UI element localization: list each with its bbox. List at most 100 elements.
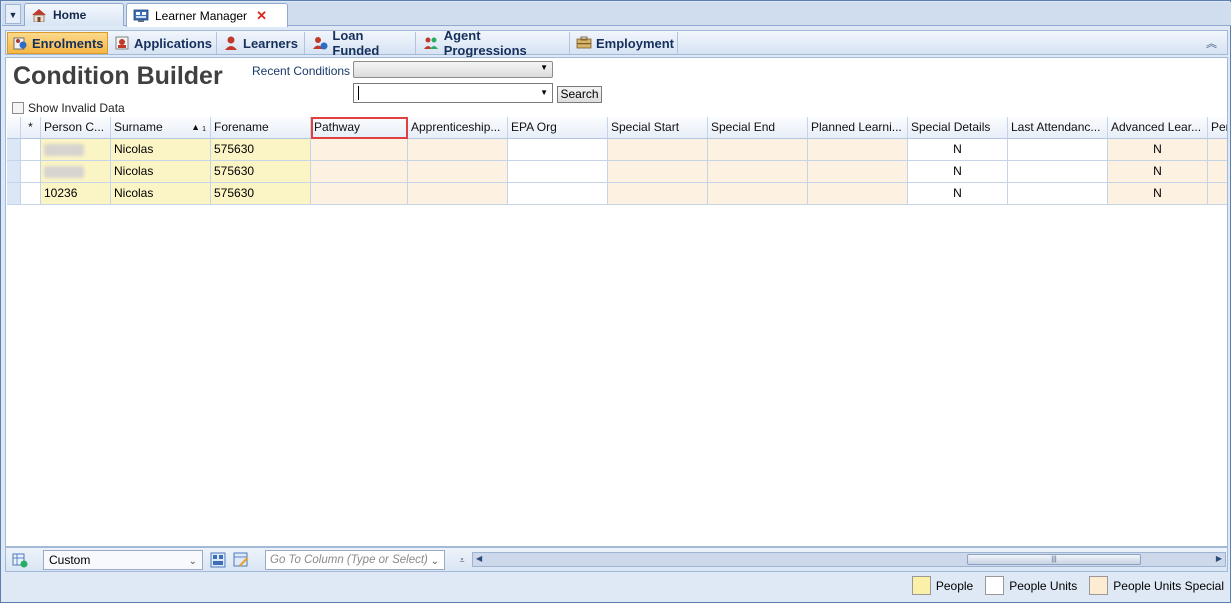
row-indicator[interactable]	[7, 183, 21, 205]
cell-person-code[interactable]: 10236	[41, 183, 111, 205]
save-layout-icon[interactable]	[209, 551, 227, 569]
cell-advanced-learner[interactable]: N	[1108, 183, 1208, 205]
cell-last-attendance[interactable]	[1008, 183, 1108, 205]
column-chooser-icon[interactable]: ⩡	[453, 551, 471, 569]
cell-special-details[interactable]: N	[908, 161, 1008, 183]
row-indicator[interactable]	[7, 139, 21, 161]
applications-icon	[114, 35, 130, 51]
cell-surname[interactable]: Nicolas	[111, 183, 211, 205]
show-invalid-data-option[interactable]: Show Invalid Data	[12, 101, 125, 115]
redacted-value	[44, 144, 84, 156]
tab-employment-label: Employment	[596, 35, 675, 51]
cell-special-end[interactable]	[708, 139, 808, 161]
cell-special-end[interactable]	[708, 161, 808, 183]
chevron-down-icon: ▼	[540, 63, 548, 72]
people-units-special-swatch	[1089, 576, 1109, 595]
column-header-new-row[interactable]: *	[21, 117, 41, 139]
cell-apprenticeship[interactable]	[408, 183, 508, 205]
cell-special-details[interactable]: N	[908, 183, 1008, 205]
chevron-down-icon[interactable]: ▼	[540, 88, 548, 97]
cell-special-end[interactable]	[708, 183, 808, 205]
cell-apprenticeship[interactable]	[408, 139, 508, 161]
close-tab-icon[interactable]: ✕	[256, 8, 267, 24]
cell-last-attendance[interactable]	[1008, 139, 1108, 161]
edit-layout-icon[interactable]	[232, 551, 250, 569]
cell-planned-learning[interactable]	[808, 183, 908, 205]
cell-planned-learning[interactable]	[808, 161, 908, 183]
cell-per[interactable]	[1208, 183, 1227, 205]
cell-pathway[interactable]	[311, 183, 408, 205]
export-grid-icon[interactable]	[11, 551, 29, 569]
enrolments-panel: Condition Builder Recent Conditions ▼ ▼ …	[5, 57, 1228, 547]
cell-forename[interactable]: 575630	[211, 183, 311, 205]
tab-agent-progressions[interactable]: Agent Progressions	[419, 28, 570, 58]
cell-special-start[interactable]	[608, 161, 708, 183]
column-header-per[interactable]: Per	[1208, 117, 1227, 139]
people-swatch	[911, 576, 931, 595]
tab-list-dropdown[interactable]: ▼	[5, 4, 21, 24]
cell-forename[interactable]: 575630	[211, 161, 311, 183]
tab-applications[interactable]: Applications	[110, 32, 217, 54]
cell-person-code[interactable]	[41, 139, 111, 161]
row-indicator[interactable]	[7, 161, 21, 183]
cell-apprenticeship[interactable]	[408, 161, 508, 183]
tab-home[interactable]: Home	[24, 3, 124, 26]
tab-learners[interactable]: Learners	[218, 32, 305, 54]
show-invalid-data-checkbox[interactable]	[12, 102, 24, 114]
cell-surname[interactable]: Nicolas	[111, 139, 211, 161]
column-header-planned-learning[interactable]: Planned Learni...	[808, 117, 908, 139]
table-row[interactable]: 10236 Nicolas 575630 N N	[7, 183, 1227, 205]
tab-loan-funded[interactable]: Loan Funded	[308, 28, 416, 58]
chevron-down-icon[interactable]: ⌄	[431, 554, 439, 569]
cell-advanced-learner[interactable]: N	[1108, 161, 1208, 183]
cell-per[interactable]	[1208, 161, 1227, 183]
column-header-pathway[interactable]: Pathway	[311, 117, 408, 139]
cell-person-code[interactable]	[41, 161, 111, 183]
grid-header-row: * Person C... Surname ▲ 1 Forename Pathw…	[7, 117, 1227, 139]
scroll-right-icon[interactable]: ▶	[1216, 554, 1222, 563]
cell-last-attendance[interactable]	[1008, 161, 1108, 183]
column-header-special-start[interactable]: Special Start	[608, 117, 708, 139]
cell-pathway[interactable]	[311, 139, 408, 161]
cell-epa-org[interactable]	[508, 161, 608, 183]
recent-conditions-dropdown[interactable]: ▼	[353, 61, 553, 78]
cell-planned-learning[interactable]	[808, 139, 908, 161]
cell-surname[interactable]: Nicolas	[111, 161, 211, 183]
table-row[interactable]: Nicolas 575630 N N	[7, 139, 1227, 161]
column-header-special-end[interactable]: Special End	[708, 117, 808, 139]
cell-epa-org[interactable]	[508, 139, 608, 161]
cell-special-start[interactable]	[608, 183, 708, 205]
table-row[interactable]: Nicolas 575630 N N	[7, 161, 1227, 183]
column-header-advanced-learner[interactable]: Advanced Lear...	[1108, 117, 1208, 139]
scroll-left-icon[interactable]: ◀	[476, 554, 482, 563]
column-header-special-details[interactable]: Special Details	[908, 117, 1008, 139]
column-header-forename[interactable]: Forename	[211, 117, 311, 139]
tab-learner-manager[interactable]: Learner Manager ✕	[126, 3, 288, 27]
cell-forename[interactable]: 575630	[211, 139, 311, 161]
legend-people-label: People	[935, 578, 974, 593]
grid-layout-dropdown[interactable]: Custom ⌄	[43, 550, 203, 570]
column-header-surname[interactable]: Surname ▲ 1	[111, 117, 211, 139]
column-header-apprenticeship[interactable]: Apprenticeship...	[408, 117, 508, 139]
scrollbar-thumb[interactable]: |||	[967, 554, 1141, 565]
row-marker-cell	[21, 183, 41, 205]
cell-special-start[interactable]	[608, 139, 708, 161]
condition-input[interactable]: ▼	[353, 83, 553, 103]
column-header-person-code[interactable]: Person C...	[41, 117, 111, 139]
row-marker-cell	[21, 161, 41, 183]
column-header-last-attendance[interactable]: Last Attendanc...	[1008, 117, 1108, 139]
enrolments-icon	[12, 35, 28, 51]
cell-pathway[interactable]	[311, 161, 408, 183]
cell-advanced-learner[interactable]: N	[1108, 139, 1208, 161]
search-button[interactable]: Search	[557, 86, 602, 103]
collapse-chevron-icon[interactable]: ︽	[1206, 35, 1217, 51]
horizontal-scrollbar[interactable]: ◀ ||| ▶	[472, 552, 1226, 567]
go-to-column-input[interactable]: Go To Column (Type or Select) ⌄	[265, 550, 445, 570]
cell-epa-org[interactable]	[508, 183, 608, 205]
column-header-epa-org[interactable]: EPA Org	[508, 117, 608, 139]
grid-layout-value: Custom	[49, 553, 91, 567]
cell-per[interactable]	[1208, 139, 1227, 161]
cell-special-details[interactable]: N	[908, 139, 1008, 161]
tab-employment[interactable]: Employment	[572, 32, 678, 54]
tab-enrolments[interactable]: Enrolments	[7, 32, 108, 54]
